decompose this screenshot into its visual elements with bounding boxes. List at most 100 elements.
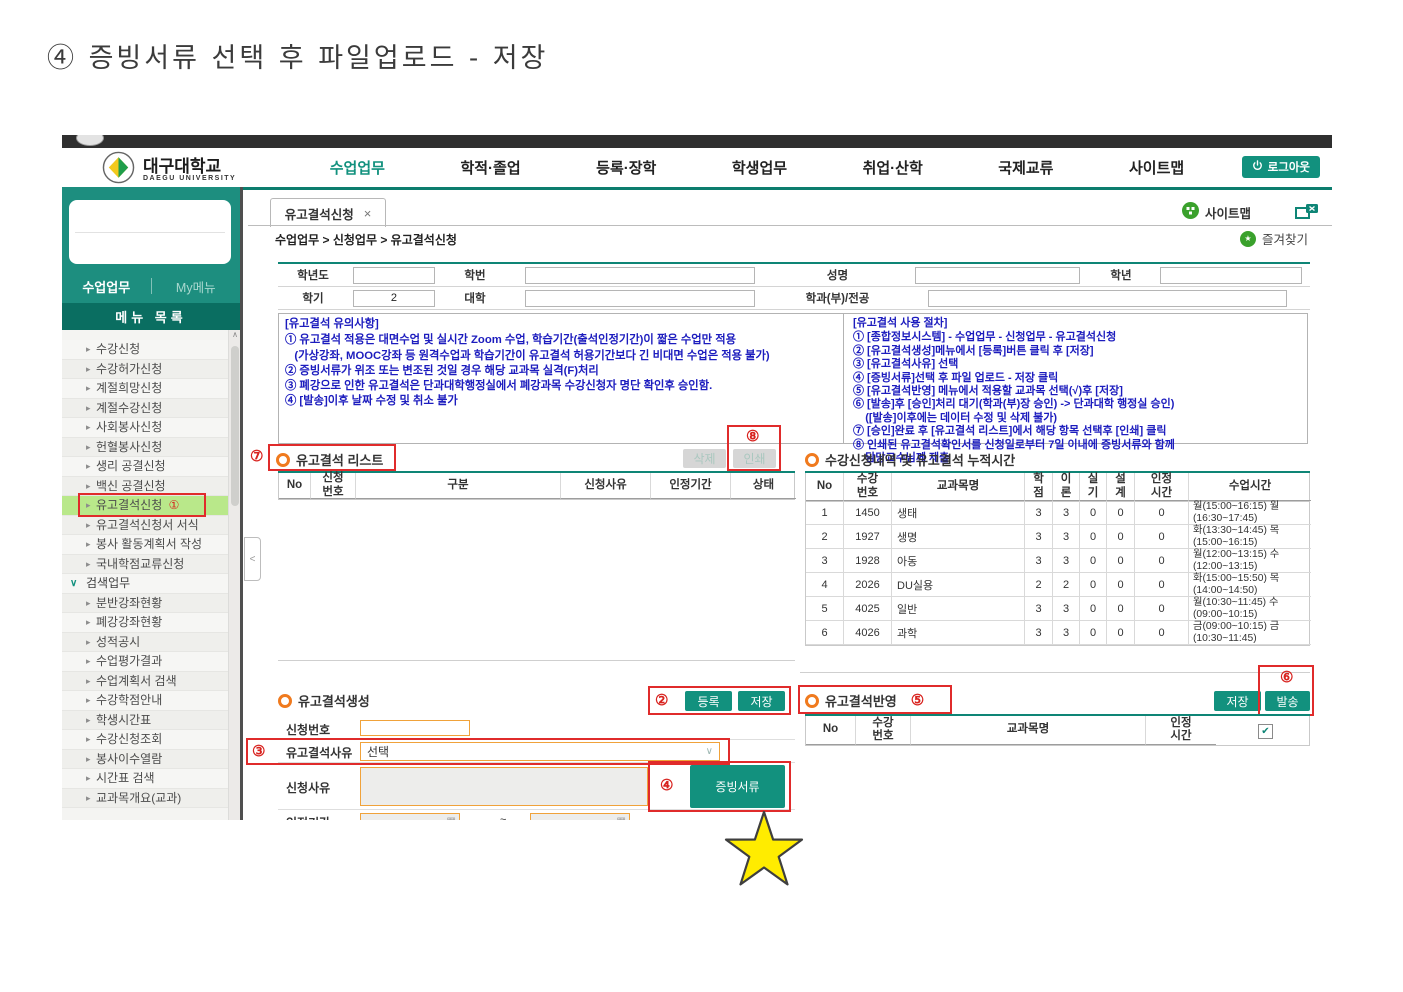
notice-line: ② [유고결석생성]메뉴에서 [등록]버튼 클릭 후 [저장] — [853, 345, 1301, 358]
reflection-title: 유고결석반영 ⑤ — [805, 691, 924, 710]
name-input[interactable] — [915, 267, 1080, 284]
item-arrow-icon: ▸ — [86, 399, 91, 419]
sidebar-tab-my-menu[interactable]: My메뉴 — [152, 277, 241, 296]
menu-item-label: 봉사이수열람 — [96, 752, 162, 766]
favorites-star-icon: ★ — [1240, 231, 1256, 247]
notice-cautions-title: [유고결석 유의사항] — [285, 317, 837, 332]
enrollment-column-header: 이 론 — [1053, 473, 1080, 501]
window-popup-icon[interactable] — [1295, 204, 1319, 224]
year-label: 학년도 — [278, 264, 348, 287]
item-arrow-icon: ▸ — [86, 750, 91, 770]
sidebar-menu-item[interactable]: ▸ ∨ 생리 공결신청 — [62, 457, 228, 477]
menu-item-label: 성적공시 — [96, 635, 140, 649]
sidebar-menu-item[interactable]: ▸ ∨ 성적공시 — [62, 633, 228, 653]
university-logo: 대구대학교 DAEGU UNIVERSITY — [102, 151, 236, 189]
enrollment-column-header: 설 계 — [1107, 473, 1135, 501]
sidebar-menu-item[interactable]: ▸ ∨ 수업평가결과 — [62, 652, 228, 672]
nav-item[interactable]: 수업업무 — [330, 157, 385, 178]
select-all-checkbox[interactable]: ✔ — [1258, 724, 1273, 739]
period-end-input[interactable]: ▦ — [530, 813, 630, 820]
annotation-star-icon — [722, 806, 806, 890]
sidebar-menu-item[interactable]: ▸ ∨ 시간표 검색 — [62, 769, 228, 789]
sidebar-menu-item[interactable]: ▸ ∨ 수업계획서 검색 — [62, 672, 228, 692]
main-nav: 수업업무 학적·졸업 등록·장학 학생업무 취업·산학 — [292, 148, 1222, 187]
notice-line: ⑦ [승인]완료 후 [유고결석 리스트]에서 해당 항목 선택후 [인쇄] 클… — [853, 425, 1301, 438]
screenshot-canvas: ④ 증빙서류 선택 후 파일업로드 - 저장 대구대학교 DAEGU UNIVE… — [0, 0, 1403, 992]
reason-label: 신청사유 — [286, 779, 330, 796]
calendar-icon[interactable]: ▦ — [617, 816, 626, 820]
register-button[interactable]: 등록 — [685, 691, 732, 711]
sidebar-menu-item[interactable]: ▸ ∨ 폐강강좌현황 — [62, 613, 228, 633]
sidebar-menu-item[interactable]: ▸ ∨ 헌혈봉사신청 — [62, 438, 228, 458]
menu-item-label: 국내학점교류신청 — [96, 557, 184, 571]
grade-input[interactable] — [1160, 267, 1301, 284]
creation-save-button[interactable]: 저장 — [738, 691, 785, 711]
absence-column-header: No — [279, 473, 311, 499]
notice-panel: [유고결석 유의사항] ① 유고결석 적용은 대면수업 및 실시간 Zoom 수… — [278, 313, 1308, 444]
sidebar-menu-item[interactable]: ▸ ∨ 검색업무 — [62, 574, 228, 594]
sidebar-menu-item[interactable]: ▸ ∨ 수강허가신청 — [62, 360, 228, 380]
tab-close-icon[interactable]: × — [364, 206, 372, 221]
item-arrow-icon: ▸ — [86, 594, 91, 614]
section-bullet-icon — [805, 694, 819, 708]
sidebar-menu-item[interactable]: ▸ ∨ 사회봉사신청 — [62, 418, 228, 438]
logout-button[interactable]: 로그아웃 — [1242, 156, 1320, 178]
period-start-input[interactable]: ▦ — [360, 813, 460, 820]
nav-item[interactable]: 취업·산학 — [863, 157, 923, 178]
sidebar-menu: ▸ ∨ 수강신청 ▸ ∨ 수강허가신청 ▸ ∨ 계절희망신청 — [62, 330, 228, 820]
sitemap-link[interactable]: 사이트맵 — [1182, 202, 1251, 222]
name-label: 성명 — [770, 264, 905, 287]
item-arrow-icon: ▸ — [86, 360, 91, 380]
nav-item[interactable]: 학적·졸업 — [460, 157, 520, 178]
sidebar-menu-item[interactable]: ▸ ∨ 분반강좌현황 — [62, 594, 228, 614]
sitemap-icon — [1182, 202, 1199, 222]
sidebar-tab-class-work[interactable]: 수업업무 — [62, 277, 151, 296]
reflection-save-button[interactable]: 저장 — [1214, 691, 1261, 711]
college-input[interactable] — [525, 290, 756, 307]
sidebar-menu-item[interactable]: ▸ ∨ 교과목개요(교과) — [62, 789, 228, 809]
item-arrow-icon: ▸ — [86, 691, 91, 711]
nav-item[interactable]: 국제교류 — [998, 157, 1053, 178]
notice-line: ⑤ [유고결석반영] 메뉴에서 적용할 교과목 선택(√)후 [저장] — [853, 385, 1301, 398]
sidebar-menu-item[interactable]: ▸ ∨ 수강신청조회 — [62, 730, 228, 750]
year-input[interactable] — [353, 267, 436, 284]
content-tab[interactable]: 유고결석신청 × — [270, 198, 386, 227]
sidebar-menu-item[interactable]: ▸ ∨ 봉사 활동계획서 작성 — [62, 535, 228, 555]
nav-item[interactable]: 학생업무 — [732, 157, 787, 178]
delete-button[interactable]: 삭제 — [683, 449, 726, 468]
applyno-input[interactable] — [360, 720, 470, 736]
sidebar-collapse-handle[interactable]: < — [244, 537, 261, 581]
sidebar-menu-item[interactable]: ▸ ∨ 유고결석신청서 서식 — [62, 516, 228, 536]
university-emblem-icon — [102, 151, 135, 189]
section-bullet-icon — [278, 694, 292, 708]
nav-item[interactable]: 사이트맵 — [1129, 157, 1184, 178]
reason-textarea[interactable] — [360, 767, 648, 806]
enrollment-column-header: 수업시간 — [1189, 473, 1311, 501]
enrollment-column-header: 실 기 — [1080, 473, 1107, 501]
sidebar-menu-item[interactable]: ▸ ∨ 국내학점교류신청 — [62, 555, 228, 575]
sidebar-menu-item[interactable]: ▸ ∨ 학생시간표 — [62, 711, 228, 731]
sidebar-menu-item[interactable]: ▸ ∨ 수강신청 — [62, 340, 228, 360]
item-arrow-icon: ▸ — [86, 418, 91, 438]
studentno-label: 학번 — [440, 264, 510, 287]
annotation-step-8-box — [727, 425, 781, 471]
major-input[interactable] — [928, 290, 1286, 307]
favorites-link[interactable]: ★ 즐겨찾기 — [1240, 229, 1308, 248]
sidebar-menu-item[interactable]: ▸ ∨ 계절희망신청 — [62, 379, 228, 399]
studentno-input[interactable] — [525, 267, 756, 284]
menu-item-label: 교과목개요(교과) — [96, 791, 181, 805]
item-arrow-icon: ▸ — [86, 789, 91, 809]
semester-input[interactable] — [353, 290, 436, 307]
sidebar-menu-item[interactable]: ▸ ∨ 수강학점안내 — [62, 691, 228, 711]
item-arrow-icon: ▸ — [86, 769, 91, 789]
applyno-label: 신청번호 — [286, 721, 330, 738]
calendar-icon[interactable]: ▦ — [447, 816, 456, 820]
notice-procedure-title: [유고결석 사용 절차] — [853, 317, 1301, 330]
notice-line: ④ [발송]이후 날짜 수정 및 취소 불가 — [285, 394, 837, 409]
nav-item[interactable]: 등록·장학 — [596, 157, 656, 178]
item-arrow-icon: ▸ — [86, 535, 91, 555]
sidebar-scrollbar-thumb[interactable] — [231, 346, 239, 506]
sidebar-menu-item[interactable]: ▸ ∨ 계절수강신청 — [62, 399, 228, 419]
sidebar-menu-item[interactable]: ▸ ∨ 봉사이수열람 — [62, 750, 228, 770]
notice-line: ① [종합정보시스템] - 수업업무 - 신청업무 - 유고결석신청 — [853, 331, 1301, 344]
